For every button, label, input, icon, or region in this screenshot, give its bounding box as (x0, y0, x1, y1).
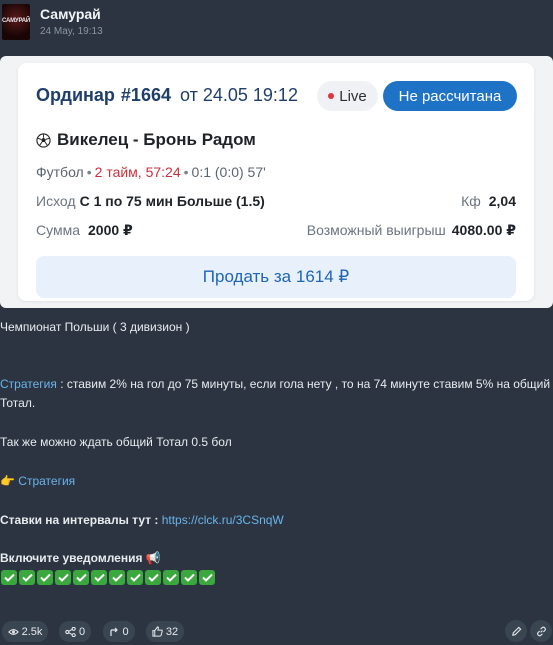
bet-date: от 24.05 19:12 (180, 85, 298, 105)
possible-win-label: Возможный выигрыш (306, 222, 446, 238)
avatar-text: САМУРАЙ (2, 18, 30, 24)
match-time: 2 тайм, 57:24 (94, 164, 181, 180)
views-counter: 2.5k (2, 621, 48, 642)
check-mark-icon (181, 570, 197, 585)
likes-count: 32 (165, 625, 179, 638)
outcome-label: Исход (36, 193, 76, 209)
channel-name[interactable]: Самурай (40, 6, 101, 22)
live-label: Live (339, 87, 367, 105)
match-title: Викелец - Бронь Радом (36, 130, 256, 150)
sell-button[interactable]: Продать за 1614 ₽ (36, 256, 516, 298)
like-button[interactable]: 32 (146, 621, 184, 642)
possible-win-value: 4080.00 ₽ (451, 222, 516, 238)
share-button[interactable]: 0 (59, 621, 91, 642)
bet-card: Ординар #1664 от 24.05 19:12 Live Не расс… (18, 63, 534, 301)
notify-text: Включите уведомления (0, 551, 143, 565)
strategy-paragraph: Стратегия : ставим 2% на гол до 75 минут… (0, 375, 553, 413)
coefficient-label: Кф (461, 193, 481, 209)
check-mark-icon (1, 570, 17, 585)
strategy-text: : ставим 2% на гол до 75 минуты, если го… (0, 377, 551, 410)
edit-button[interactable] (505, 620, 527, 642)
views-count: 2.5k (21, 625, 43, 638)
outcome-value: С 1 по 75 мин Больше (1.5) (79, 193, 265, 209)
check-mark-icon (37, 570, 53, 585)
strategy-link[interactable]: Стратегия (0, 377, 57, 391)
check-mark-icon (199, 570, 215, 585)
sport-label: Футбол (36, 164, 84, 180)
bet-title: Ординар #1664 от 24.05 19:12 (36, 85, 298, 106)
match-name: Викелец - Бронь Радом (57, 130, 256, 149)
stake-label: Сумма (36, 222, 80, 238)
check-mark-icon (145, 570, 161, 585)
match-score: 0:1 (0:0) 57' (191, 164, 266, 180)
shares-count: 0 (78, 625, 86, 638)
live-dot-icon (328, 93, 335, 99)
pencil-icon (511, 626, 521, 636)
check-mark-icon (91, 570, 107, 585)
check-mark-icon (19, 570, 35, 585)
match-info: Футбол • 2 тайм, 57:24 • 0:1 (0:0) 57' (36, 164, 266, 180)
post-date: 24 May, 19:13 (40, 26, 103, 37)
bet-number: #1664 (120, 85, 171, 105)
bet-type-label: Ординар (36, 85, 115, 105)
notify-row: Включите уведомления 📢 (0, 549, 553, 568)
bet-image[interactable]: Ординар #1664 от 24.05 19:12 Live Не расс… (0, 56, 553, 308)
pointing-hand-icon: 👉 (0, 474, 15, 488)
soccer-ball-icon (36, 132, 51, 148)
alt-strategy-text: Так же можно ждать общий Тотал 0.5 бол (0, 435, 232, 449)
forward-icon (110, 627, 119, 636)
check-mark-icon (127, 570, 143, 585)
eye-icon (7, 628, 19, 635)
intervals-link[interactable]: https://clck.ru/3CSnqW (162, 513, 284, 527)
check-mark-icon (163, 570, 179, 585)
copy-link-button[interactable] (530, 620, 552, 642)
live-badge: Live (317, 81, 378, 111)
check-mark-icon (55, 570, 71, 585)
outcome-row: Исход С 1 по 75 мин Больше (1.5) (36, 193, 265, 209)
stake-row: Сумма 2000 ₽ (36, 222, 133, 239)
link-icon (536, 626, 546, 636)
share-icon (65, 626, 76, 637)
strategy-link-2[interactable]: Стратегия (18, 474, 75, 488)
thumbs-up-icon (152, 626, 163, 637)
post-footer: 2.5k 0 0 32 (0, 618, 553, 645)
check-mark-icon (73, 570, 89, 585)
league-text: Чемпионат Польши ( 3 дивизион ) (0, 320, 190, 334)
possible-win-row: Возможный выигрыш 4080.00 ₽ (307, 222, 516, 239)
forward-button[interactable]: 0 (103, 621, 135, 642)
channel-avatar[interactable]: САМУРАЙ (2, 4, 30, 40)
strategy-link-row: 👉 Стратегия (0, 472, 553, 491)
coefficient-value: 2,04 (488, 193, 516, 209)
megaphone-icon: 📢 (145, 551, 161, 565)
intervals-label: Ставки на интервалы тут : (0, 513, 162, 527)
forwards-count: 0 (122, 625, 129, 638)
stake-value: 2000 ₽ (88, 222, 133, 238)
intervals-row: Ставки на интервалы тут : https://clck.r… (0, 511, 553, 530)
coefficient-row: Кф 2,04 (461, 193, 516, 209)
check-marks-row (1, 570, 215, 585)
status-badge: Не рассчитана (383, 81, 517, 111)
check-mark-icon (109, 570, 125, 585)
post-header: САМУРАЙ Самурай 24 May, 19:13 (0, 0, 553, 46)
